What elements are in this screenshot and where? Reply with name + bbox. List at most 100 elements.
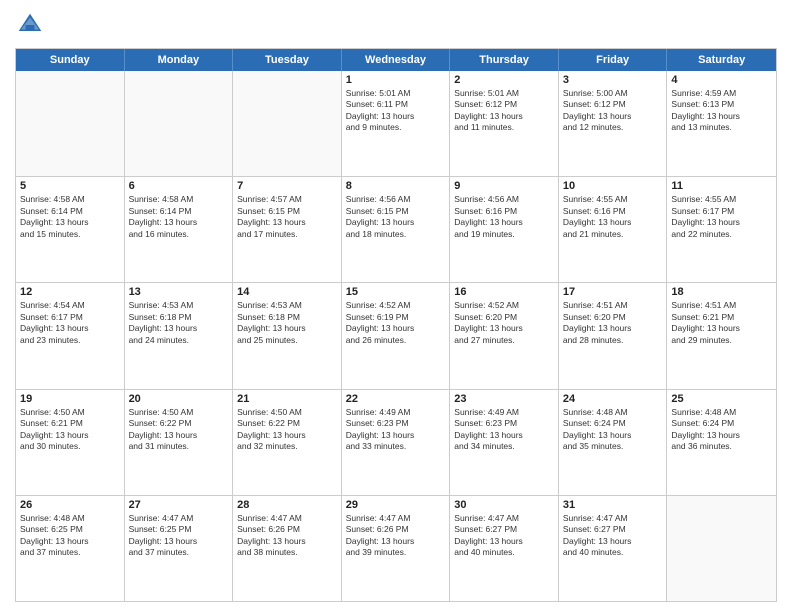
calendar-cell-5: 5 Sunrise: 4:58 AM Sunset: 6:14 PM Daylig… — [16, 177, 125, 282]
calendar-cell-20: 20Sunrise: 4:50 AM Sunset: 6:22 PM Dayli… — [125, 390, 234, 495]
day-number: 12 — [20, 286, 120, 298]
calendar-cell-15: 15 Sunrise: 4:52 AM Sunset: 6:19 PM Dayli… — [342, 283, 451, 388]
day-number: 22 — [346, 393, 446, 405]
day-number: 26 — [20, 499, 120, 511]
calendar-cell-25: 25 Sunrise: 4:48 AM Sunset: 6:24 PM Dayli… — [667, 390, 776, 495]
calendar-cell-3: 3 Sunrise: 5:00 AM Sunset: 6:12 PM Daylig… — [559, 71, 668, 176]
day-number: 19 — [20, 393, 120, 405]
calendar-body: 1Sunrise: 5:01 AM Sunset: 6:11 PM Daylig… — [16, 71, 776, 601]
header-cell-friday: Friday — [559, 49, 668, 71]
calendar-cell-27: 27 Sunrise: 4:47 AM Sunset: 6:25 PM Dayli… — [125, 496, 234, 601]
calendar-row-4: 19 Sunrise: 4:50 AM Sunset: 6:21 PM Dayli… — [16, 389, 776, 495]
day-info: Sunrise: 4:51 AM Sunset: 6:20 PM Dayligh… — [563, 300, 663, 346]
day-number: 6 — [129, 180, 229, 192]
day-info: Sunrise: 4:49 AM Sunset: 6:23 PM Dayligh… — [346, 407, 446, 453]
logo-icon — [15, 10, 45, 40]
calendar-cell-10: 10 Sunrise: 4:55 AM Sunset: 6:16 PM Dayli… — [559, 177, 668, 282]
day-info: Sunrise: 4:58 AM Sunset: 6:14 PM Dayligh… — [20, 194, 120, 240]
day-info: Sunrise: 4:49 AM Sunset: 6:23 PM Dayligh… — [454, 407, 554, 453]
calendar-cell-17: 17Sunrise: 4:51 AM Sunset: 6:20 PM Dayli… — [559, 283, 668, 388]
logo — [15, 10, 49, 40]
day-info: Sunrise: 4:54 AM Sunset: 6:17 PM Dayligh… — [20, 300, 120, 346]
calendar-cell-12: 12 Sunrise: 4:54 AM Sunset: 6:17 PM Dayli… — [16, 283, 125, 388]
day-info: Sunrise: 5:00 AM Sunset: 6:12 PM Dayligh… — [563, 88, 663, 134]
header-cell-saturday: Saturday — [667, 49, 776, 71]
calendar-cell-9: 9 Sunrise: 4:56 AM Sunset: 6:16 PM Daylig… — [450, 177, 559, 282]
day-info: Sunrise: 4:53 AM Sunset: 6:18 PM Dayligh… — [237, 300, 337, 346]
calendar-cell-29: 29 Sunrise: 4:47 AM Sunset: 6:26 PM Dayli… — [342, 496, 451, 601]
day-info: Sunrise: 4:48 AM Sunset: 6:24 PM Dayligh… — [671, 407, 772, 453]
day-number: 5 — [20, 180, 120, 192]
day-number: 18 — [671, 286, 772, 298]
calendar-row-3: 12 Sunrise: 4:54 AM Sunset: 6:17 PM Dayli… — [16, 282, 776, 388]
calendar-header: SundayMondayTuesdayWednesdayThursdayFrid… — [16, 49, 776, 71]
calendar-cell-11: 11 Sunrise: 4:55 AM Sunset: 6:17 PM Dayli… — [667, 177, 776, 282]
calendar-cell-19: 19 Sunrise: 4:50 AM Sunset: 6:21 PM Dayli… — [16, 390, 125, 495]
calendar-cell-13: 13 Sunrise: 4:53 AM Sunset: 6:18 PM Dayli… — [125, 283, 234, 388]
day-number: 9 — [454, 180, 554, 192]
calendar-cell-4: 4 Sunrise: 4:59 AM Sunset: 6:13 PM Daylig… — [667, 71, 776, 176]
calendar-cell-31: 31Sunrise: 4:47 AM Sunset: 6:27 PM Dayli… — [559, 496, 668, 601]
header-cell-thursday: Thursday — [450, 49, 559, 71]
calendar-cell-empty — [233, 71, 342, 176]
day-number: 28 — [237, 499, 337, 511]
day-info: Sunrise: 4:50 AM Sunset: 6:21 PM Dayligh… — [20, 407, 120, 453]
day-info: Sunrise: 4:55 AM Sunset: 6:16 PM Dayligh… — [563, 194, 663, 240]
calendar-row-2: 5 Sunrise: 4:58 AM Sunset: 6:14 PM Daylig… — [16, 176, 776, 282]
day-number: 3 — [563, 74, 663, 86]
day-info: Sunrise: 4:58 AM Sunset: 6:14 PM Dayligh… — [129, 194, 229, 240]
day-info: Sunrise: 4:48 AM Sunset: 6:25 PM Dayligh… — [20, 513, 120, 559]
page: SundayMondayTuesdayWednesdayThursdayFrid… — [0, 0, 792, 612]
day-info: Sunrise: 4:55 AM Sunset: 6:17 PM Dayligh… — [671, 194, 772, 240]
day-info: Sunrise: 5:01 AM Sunset: 6:12 PM Dayligh… — [454, 88, 554, 134]
calendar-cell-28: 28Sunrise: 4:47 AM Sunset: 6:26 PM Dayli… — [233, 496, 342, 601]
day-number: 13 — [129, 286, 229, 298]
day-number: 1 — [346, 74, 446, 86]
calendar-cell-empty — [16, 71, 125, 176]
day-info: Sunrise: 4:56 AM Sunset: 6:16 PM Dayligh… — [454, 194, 554, 240]
calendar: SundayMondayTuesdayWednesdayThursdayFrid… — [15, 48, 777, 602]
day-number: 14 — [237, 286, 337, 298]
header — [15, 10, 777, 40]
day-number: 27 — [129, 499, 229, 511]
calendar-cell-6: 6 Sunrise: 4:58 AM Sunset: 6:14 PM Daylig… — [125, 177, 234, 282]
day-info: Sunrise: 4:59 AM Sunset: 6:13 PM Dayligh… — [671, 88, 772, 134]
day-number: 30 — [454, 499, 554, 511]
day-number: 15 — [346, 286, 446, 298]
day-info: Sunrise: 4:47 AM Sunset: 6:27 PM Dayligh… — [454, 513, 554, 559]
day-number: 7 — [237, 180, 337, 192]
calendar-cell-26: 26 Sunrise: 4:48 AM Sunset: 6:25 PM Dayli… — [16, 496, 125, 601]
calendar-cell-empty — [667, 496, 776, 601]
day-number: 23 — [454, 393, 554, 405]
day-number: 4 — [671, 74, 772, 86]
calendar-cell-24: 24Sunrise: 4:48 AM Sunset: 6:24 PM Dayli… — [559, 390, 668, 495]
day-info: Sunrise: 4:50 AM Sunset: 6:22 PM Dayligh… — [129, 407, 229, 453]
calendar-cell-14: 14 Sunrise: 4:53 AM Sunset: 6:18 PM Dayli… — [233, 283, 342, 388]
calendar-cell-16: 16 Sunrise: 4:52 AM Sunset: 6:20 PM Dayli… — [450, 283, 559, 388]
header-cell-sunday: Sunday — [16, 49, 125, 71]
day-number: 16 — [454, 286, 554, 298]
day-info: Sunrise: 4:52 AM Sunset: 6:19 PM Dayligh… — [346, 300, 446, 346]
day-info: Sunrise: 4:47 AM Sunset: 6:25 PM Dayligh… — [129, 513, 229, 559]
calendar-row-1: 1Sunrise: 5:01 AM Sunset: 6:11 PM Daylig… — [16, 71, 776, 176]
day-info: Sunrise: 4:50 AM Sunset: 6:22 PM Dayligh… — [237, 407, 337, 453]
calendar-cell-23: 23 Sunrise: 4:49 AM Sunset: 6:23 PM Dayli… — [450, 390, 559, 495]
day-number: 11 — [671, 180, 772, 192]
calendar-cell-22: 22 Sunrise: 4:49 AM Sunset: 6:23 PM Dayli… — [342, 390, 451, 495]
day-number: 2 — [454, 74, 554, 86]
day-number: 29 — [346, 499, 446, 511]
day-info: Sunrise: 4:47 AM Sunset: 6:26 PM Dayligh… — [346, 513, 446, 559]
day-number: 10 — [563, 180, 663, 192]
day-info: Sunrise: 4:53 AM Sunset: 6:18 PM Dayligh… — [129, 300, 229, 346]
day-number: 21 — [237, 393, 337, 405]
calendar-cell-8: 8Sunrise: 4:56 AM Sunset: 6:15 PM Daylig… — [342, 177, 451, 282]
day-info: Sunrise: 4:52 AM Sunset: 6:20 PM Dayligh… — [454, 300, 554, 346]
day-info: Sunrise: 4:57 AM Sunset: 6:15 PM Dayligh… — [237, 194, 337, 240]
day-info: Sunrise: 4:51 AM Sunset: 6:21 PM Dayligh… — [671, 300, 772, 346]
day-number: 24 — [563, 393, 663, 405]
day-info: Sunrise: 4:47 AM Sunset: 6:27 PM Dayligh… — [563, 513, 663, 559]
day-number: 8 — [346, 180, 446, 192]
day-number: 25 — [671, 393, 772, 405]
calendar-row-5: 26 Sunrise: 4:48 AM Sunset: 6:25 PM Dayli… — [16, 495, 776, 601]
calendar-cell-18: 18 Sunrise: 4:51 AM Sunset: 6:21 PM Dayli… — [667, 283, 776, 388]
